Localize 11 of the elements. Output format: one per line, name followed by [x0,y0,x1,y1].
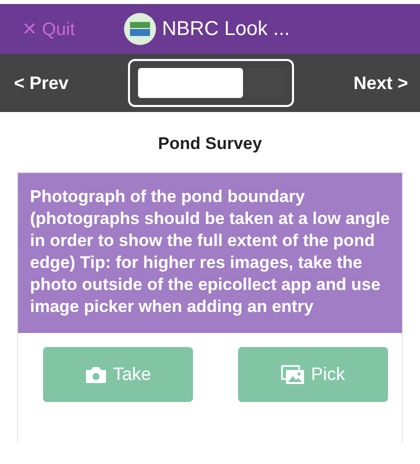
prev-button[interactable]: < Prev [8,68,75,98]
camera-icon [84,366,107,384]
question-text: Photograph of the pond boundary (photographs should be taken at a low angle in order to show the full extent of the pond edge) Tip: for higher res images, take the photo outside of the epicollect app and use image picker when adding an entry [18,173,402,333]
images-icon [280,364,305,384]
quit-button[interactable]: ✕ Quit [22,18,112,40]
take-photo-button[interactable]: Take [43,347,193,402]
logo-icon [124,13,156,45]
pick-image-button[interactable]: Pick [238,347,388,402]
next-button[interactable]: Next > [347,68,414,98]
form-title: Pond Survey [157,134,263,154]
app-title: NBRC Look ... [162,18,290,40]
